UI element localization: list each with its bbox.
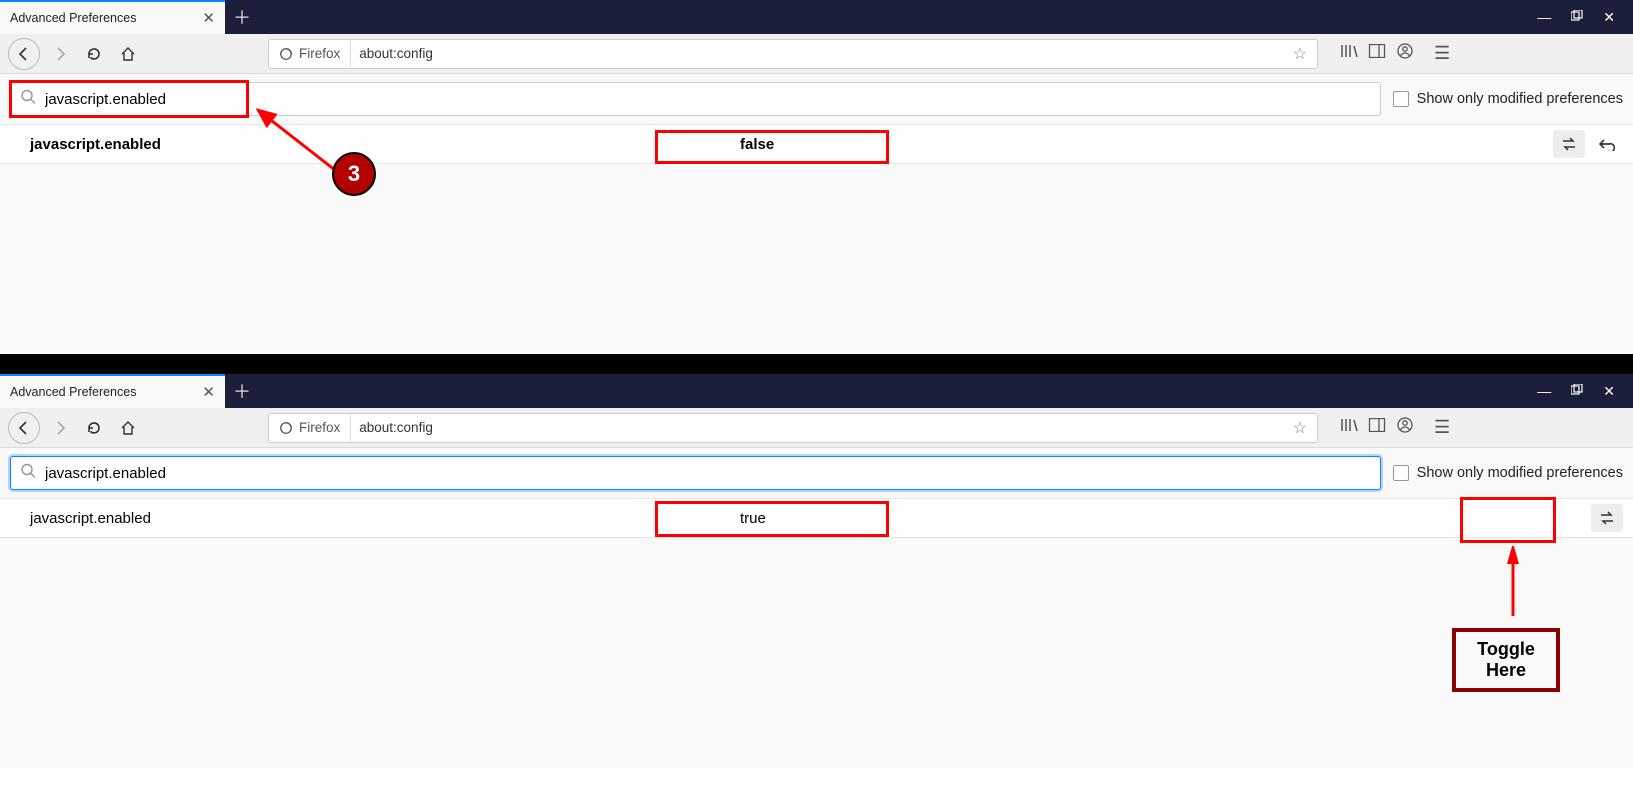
preference-row: javascript.enabled true: [0, 498, 1633, 538]
nav-toolbar: Firefox about:config ☆ ☰: [0, 408, 1633, 448]
back-button[interactable]: [8, 412, 40, 444]
forward-button: [46, 414, 74, 442]
arrow-right-icon: [52, 420, 68, 436]
filter-bar: Show only modified preferences: [0, 74, 1633, 124]
close-tab-icon[interactable]: ✕: [202, 9, 215, 27]
page-content: Show only modified preferences javascrip…: [0, 448, 1633, 768]
account-icon[interactable]: [1396, 43, 1414, 64]
search-icon: [20, 89, 36, 110]
tab-bar: Advanced Preferences ✕ ＋ — ✕: [0, 0, 1633, 34]
checkbox-label: Show only modified preferences: [1417, 465, 1623, 481]
app-menu-button[interactable]: ☰: [1428, 43, 1456, 64]
nav-toolbar: Firefox about:config ☆ ☰: [0, 34, 1633, 74]
search-wrap: [10, 456, 1381, 490]
tab-advanced-preferences[interactable]: Advanced Preferences ✕: [0, 0, 225, 34]
window-controls: — ✕: [1519, 0, 1633, 34]
separator: [0, 354, 1633, 374]
show-modified-checkbox[interactable]: Show only modified preferences: [1393, 465, 1623, 481]
tab-title: Advanced Preferences: [10, 385, 136, 399]
preference-row: javascript.enabled false: [0, 124, 1633, 164]
browser-window-1: Advanced Preferences ✕ ＋ — ✕ Firefox: [0, 0, 1633, 354]
page-content: Show only modified preferences javascrip…: [0, 74, 1633, 354]
toggle-button[interactable]: [1591, 504, 1623, 532]
reload-button[interactable]: [80, 40, 108, 68]
step-badge: 3: [332, 152, 376, 196]
reset-button[interactable]: [1591, 130, 1623, 158]
home-button[interactable]: [114, 40, 142, 68]
step-number: 3: [348, 161, 360, 187]
filter-bar: Show only modified preferences: [0, 448, 1633, 498]
firefox-icon: [279, 421, 293, 435]
bookmark-star-icon[interactable]: ☆: [1283, 44, 1317, 64]
arrow-left-icon: [16, 46, 32, 62]
account-icon[interactable]: [1396, 417, 1414, 438]
minimize-icon[interactable]: —: [1537, 383, 1551, 399]
reload-icon: [86, 46, 102, 62]
close-window-icon[interactable]: ✕: [1603, 383, 1615, 400]
toolbar-right-icons: [1332, 43, 1422, 64]
home-icon: [120, 420, 136, 436]
preference-search-input[interactable]: [10, 82, 1381, 116]
row-actions: [1553, 130, 1623, 158]
preference-value: false: [650, 136, 1553, 153]
identity-label: Firefox: [299, 420, 340, 435]
url-text: about:config: [351, 46, 1282, 61]
toggle-arrows-icon: [1599, 511, 1615, 525]
reload-icon: [86, 420, 102, 436]
home-button[interactable]: [114, 414, 142, 442]
url-bar[interactable]: Firefox about:config ☆: [268, 413, 1318, 443]
sidebar-icon[interactable]: [1368, 44, 1386, 63]
preference-name: javascript.enabled: [30, 510, 650, 527]
url-bar[interactable]: Firefox about:config ☆: [268, 39, 1318, 69]
window-controls: — ✕: [1519, 374, 1633, 408]
close-window-icon[interactable]: ✕: [1603, 9, 1615, 26]
identity-box[interactable]: Firefox: [269, 40, 351, 68]
annotation-arrow-up: [1498, 546, 1528, 626]
back-button[interactable]: [8, 38, 40, 70]
browser-window-2: Advanced Preferences ✕ ＋ — ✕ Firefox: [0, 374, 1633, 768]
library-icon[interactable]: [1340, 43, 1358, 64]
forward-button: [46, 40, 74, 68]
library-icon[interactable]: [1340, 417, 1358, 438]
row-actions: [1591, 504, 1623, 532]
checkbox-label: Show only modified preferences: [1417, 91, 1623, 107]
tab-advanced-preferences[interactable]: Advanced Preferences ✕: [0, 374, 225, 408]
maximize-icon[interactable]: [1571, 383, 1583, 399]
firefox-icon: [279, 47, 293, 61]
reload-button[interactable]: [80, 414, 108, 442]
search-wrap: [10, 82, 1381, 116]
show-modified-checkbox[interactable]: Show only modified preferences: [1393, 91, 1623, 107]
arrow-right-icon: [52, 46, 68, 62]
checkbox-icon: [1393, 465, 1409, 481]
toggle-hint-text: Toggle Here: [1456, 639, 1556, 680]
arrow-left-icon: [16, 420, 32, 436]
preference-value: true: [650, 510, 1591, 527]
search-icon: [20, 463, 36, 484]
checkbox-icon: [1393, 91, 1409, 107]
close-tab-icon[interactable]: ✕: [202, 383, 215, 401]
undo-icon: [1599, 137, 1615, 151]
preference-search-input[interactable]: [10, 456, 1381, 490]
tab-title: Advanced Preferences: [10, 11, 136, 25]
new-tab-button[interactable]: ＋: [225, 0, 259, 34]
sidebar-icon[interactable]: [1368, 418, 1386, 437]
toggle-button[interactable]: [1553, 130, 1585, 158]
maximize-icon[interactable]: [1571, 9, 1583, 25]
toggle-arrows-icon: [1561, 137, 1577, 151]
app-menu-button[interactable]: ☰: [1428, 417, 1456, 438]
toolbar-right-icons: [1332, 417, 1422, 438]
new-tab-button[interactable]: ＋: [225, 374, 259, 408]
preference-name: javascript.enabled: [30, 136, 650, 153]
identity-label: Firefox: [299, 46, 340, 61]
url-text: about:config: [351, 420, 1282, 435]
minimize-icon[interactable]: —: [1537, 9, 1551, 25]
tab-bar: Advanced Preferences ✕ ＋ — ✕: [0, 374, 1633, 408]
home-icon: [120, 46, 136, 62]
annotation-toggle-label-box: Toggle Here: [1452, 628, 1560, 692]
identity-box[interactable]: Firefox: [269, 414, 351, 442]
bookmark-star-icon[interactable]: ☆: [1283, 418, 1317, 438]
